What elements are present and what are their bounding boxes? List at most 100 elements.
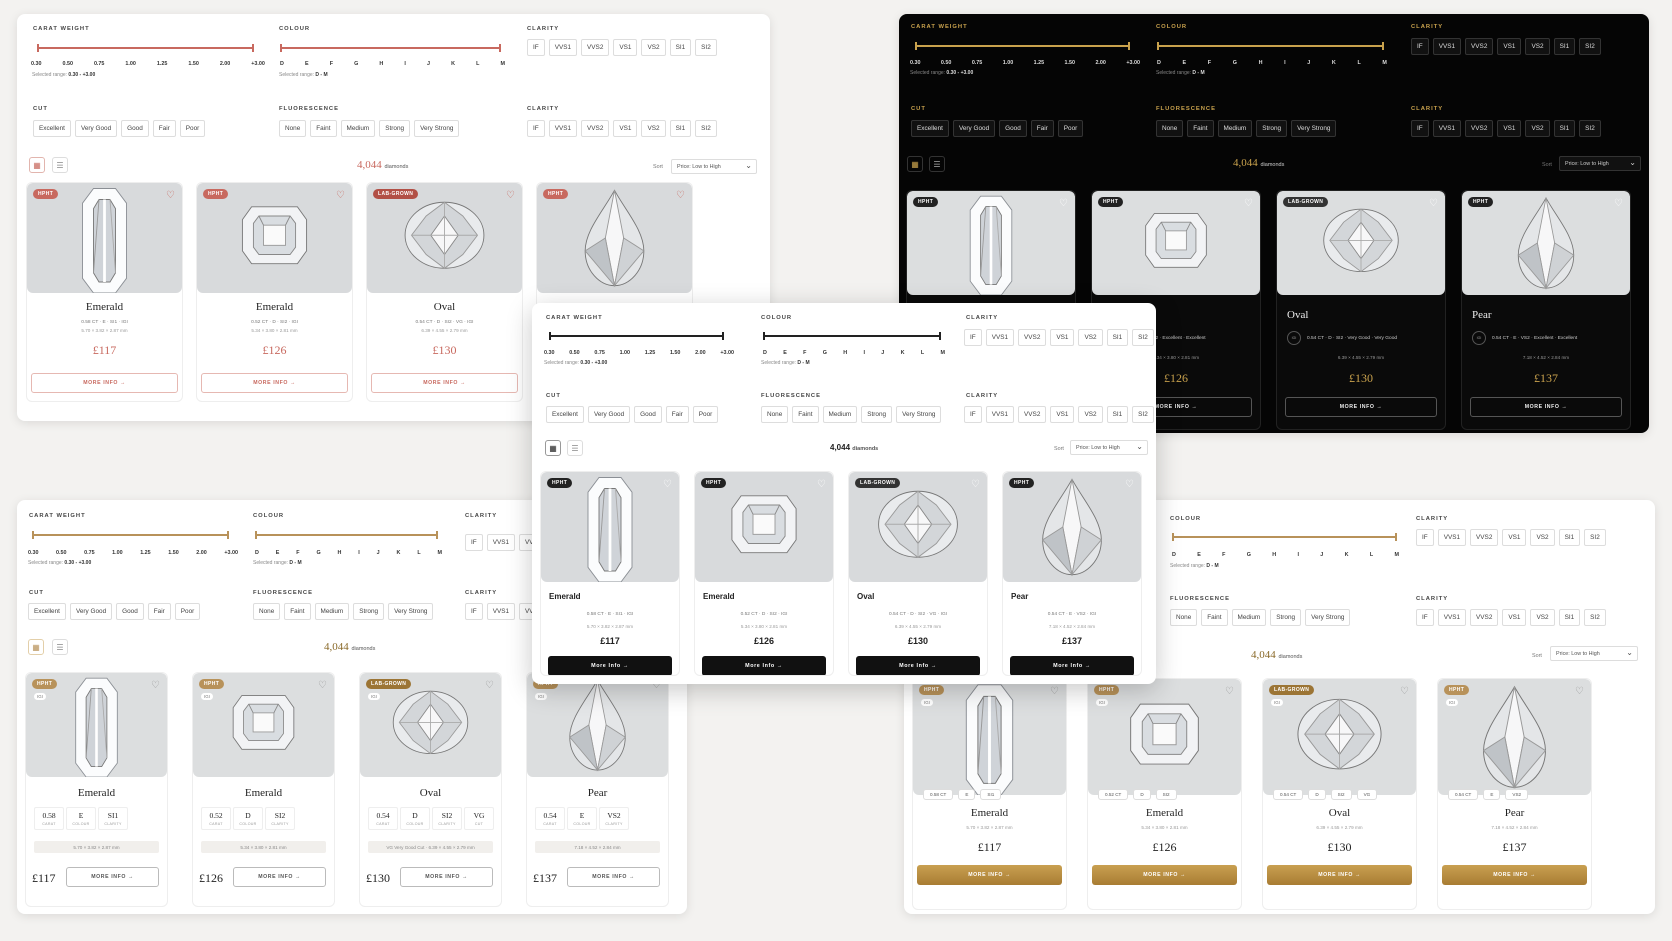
clarity-chip-vs1[interactable]: VS1 [1497, 38, 1522, 55]
grid-view-button[interactable]: ▦ [545, 440, 561, 456]
cut-chip-fair[interactable]: Fair [147, 603, 171, 620]
carat-slider[interactable] [549, 332, 724, 340]
fluorescence-chip-faint[interactable]: Faint [1187, 120, 1214, 137]
more-info-button[interactable]: MORE INFO → [917, 865, 1062, 885]
diamond-card[interactable]: LAB-GROWN ♡ Oval IGI 0.54 CT · D · SI2 · Ver… [1276, 190, 1446, 430]
clarity-chip-si1[interactable]: SI1 [1106, 329, 1129, 346]
colour-slider[interactable] [255, 531, 438, 539]
more-info-button[interactable]: More Info → [702, 656, 826, 675]
fluorescence-chip-very-strong[interactable]: Very Strong [388, 603, 434, 620]
heart-icon[interactable]: ♡ [485, 680, 494, 691]
clarity-chip-if[interactable]: IF [527, 120, 545, 137]
clarity-chip-if[interactable]: IF [527, 39, 545, 56]
fluorescence-chip-medium[interactable]: Medium [822, 406, 858, 423]
clarity-chip-vvs1[interactable]: VVS1 [1432, 120, 1462, 137]
diamond-card[interactable]: HPHT ♡ IGI Emerald 0.58 CARAT E COLOUR SI1 CLARIT… [25, 672, 168, 907]
fluorescence-chip-none[interactable]: None [279, 120, 307, 137]
more-info-button[interactable]: MORE INFO → [1267, 865, 1412, 885]
clarity-chip-si2[interactable]: SI2 [1132, 329, 1154, 346]
clarity-chip-vs1[interactable]: VS1 [1497, 120, 1522, 137]
fluorescence-chip-very-strong[interactable]: Very Strong [1305, 609, 1351, 626]
diamond-card[interactable]: HPHT ♡ Emerald 0.52 CT · D · SI2 · IGI 5.34 … [694, 471, 834, 676]
diamond-card[interactable]: HPHT ♡ Pear IGI 0.54 CT · E · VS2 · Excellen… [1461, 190, 1631, 430]
list-view-button[interactable]: ☰ [52, 639, 68, 655]
cut-chip-very-good[interactable]: Very Good [587, 406, 631, 423]
fluorescence-chip-medium[interactable]: Medium [1217, 120, 1253, 137]
clarity-chip-vs2[interactable]: VS2 [1530, 529, 1555, 546]
more-info-button[interactable]: MORE INFO → [1092, 865, 1237, 885]
cut-chip-fair[interactable]: Fair [1030, 120, 1054, 137]
list-view-button[interactable]: ☰ [567, 440, 583, 456]
clarity-chip-vvs1[interactable]: VVS1 [985, 406, 1015, 423]
clarity-chip-si1[interactable]: SI1 [669, 120, 692, 137]
clarity-chip-vvs1[interactable]: VVS1 [985, 329, 1015, 346]
clarity-chip-vs1[interactable]: VS1 [1050, 406, 1075, 423]
list-view-button[interactable]: ☰ [929, 156, 945, 172]
more-info-button[interactable]: MORE INFO → [371, 373, 518, 393]
fluorescence-chip-faint[interactable]: Faint [310, 120, 337, 137]
heart-icon[interactable]: ♡ [506, 190, 515, 201]
fluorescence-chip-strong[interactable]: Strong [353, 603, 385, 620]
list-view-button[interactable]: ☰ [52, 157, 68, 173]
heart-icon[interactable]: ♡ [151, 680, 160, 691]
fluorescence-chip-very-strong[interactable]: Very Strong [1291, 120, 1337, 137]
clarity-chip-vs2[interactable]: VS2 [641, 120, 666, 137]
fluorescence-chip-strong[interactable]: Strong [379, 120, 411, 137]
clarity-chip-vvs2[interactable]: VVS2 [1465, 38, 1494, 55]
more-info-button[interactable]: More Info → [1010, 656, 1134, 675]
cut-chip-good[interactable]: Good [116, 603, 144, 620]
fluorescence-chip-strong[interactable]: Strong [861, 406, 893, 423]
more-info-button[interactable]: MORE INFO → [31, 373, 178, 393]
clarity-chip-si2[interactable]: SI2 [1132, 406, 1154, 423]
more-info-button[interactable]: MORE INFO → [567, 867, 660, 887]
clarity-chip-si1[interactable]: SI1 [1558, 609, 1581, 626]
heart-icon[interactable]: ♡ [166, 190, 175, 201]
carat-slider[interactable] [37, 44, 254, 52]
heart-icon[interactable]: ♡ [1050, 686, 1059, 697]
clarity-chip-vvs2[interactable]: VVS2 [1018, 406, 1047, 423]
colour-slider[interactable] [280, 44, 501, 52]
fluorescence-chip-very-strong[interactable]: Very Strong [414, 120, 460, 137]
diamond-card[interactable]: LAB-GROWN ♡ IGI Oval 0.54 CARAT D COLOUR SI2 CLAR… [359, 672, 502, 907]
clarity-chip-if[interactable]: IF [1411, 120, 1429, 137]
cut-chip-fair[interactable]: Fair [152, 120, 176, 137]
grid-view-button[interactable]: ▦ [28, 639, 44, 655]
cut-chip-very-good[interactable]: Very Good [952, 120, 996, 137]
clarity-chip-vvs1[interactable]: VVS1 [486, 603, 516, 620]
sort-select[interactable]: Price: Low to High [1070, 440, 1148, 455]
fluorescence-chip-medium[interactable]: Medium [340, 120, 376, 137]
diamond-card[interactable]: HPHT ♡ IGI 0.58 CT E SI1 Emerald 5.70 × 3.82 × … [912, 678, 1067, 910]
more-info-button[interactable]: MORE INFO → [1285, 397, 1437, 417]
clarity-chip-if[interactable]: IF [465, 534, 483, 551]
cut-chip-good[interactable]: Good [999, 120, 1027, 137]
clarity-chip-si1[interactable]: SI1 [1553, 38, 1576, 55]
more-info-button[interactable]: MORE INFO → [201, 373, 348, 393]
carat-slider[interactable] [915, 42, 1130, 50]
clarity-chip-vvs2[interactable]: VVS2 [1018, 329, 1047, 346]
clarity-chip-vs2[interactable]: VS2 [641, 39, 666, 56]
clarity-chip-vvs2[interactable]: VVS2 [1465, 120, 1494, 137]
clarity-chip-vs1[interactable]: VS1 [613, 39, 638, 56]
fluorescence-chip-none[interactable]: None [1156, 120, 1184, 137]
more-info-button[interactable]: MORE INFO → [1470, 397, 1622, 417]
fluorescence-chip-none[interactable]: None [1170, 609, 1198, 626]
sort-select[interactable]: Price: Low to High [671, 159, 757, 174]
diamond-card[interactable]: HPHT ♡ IGI 0.54 CT E VS2 Pear 7.18 × 4.52 × 2.8… [1437, 678, 1592, 910]
cut-chip-good[interactable]: Good [121, 120, 149, 137]
heart-icon[interactable]: ♡ [971, 479, 980, 490]
heart-icon[interactable]: ♡ [318, 680, 327, 691]
fluorescence-chip-none[interactable]: None [761, 406, 789, 423]
fluorescence-chip-very-strong[interactable]: Very Strong [896, 406, 942, 423]
fluorescence-chip-faint[interactable]: Faint [284, 603, 311, 620]
fluorescence-chip-faint[interactable]: Faint [1201, 609, 1228, 626]
clarity-chip-if[interactable]: IF [964, 329, 982, 346]
clarity-chip-si1[interactable]: SI1 [1553, 120, 1576, 137]
fluorescence-chip-faint[interactable]: Faint [792, 406, 819, 423]
clarity-chip-si2[interactable]: SI2 [695, 120, 717, 137]
heart-icon[interactable]: ♡ [1429, 198, 1438, 209]
diamond-card[interactable]: LAB-GROWN ♡ Oval 0.54 CT · D · SI2 · VG · I… [366, 182, 523, 402]
heart-icon[interactable]: ♡ [1059, 198, 1068, 209]
cut-chip-very-good[interactable]: Very Good [69, 603, 113, 620]
diamond-card[interactable]: HPHT ♡ Pear 0.54 CT · E · VS2 · IGI 7.18 × 4… [1002, 471, 1142, 676]
more-info-button[interactable]: MORE INFO → [233, 867, 326, 887]
